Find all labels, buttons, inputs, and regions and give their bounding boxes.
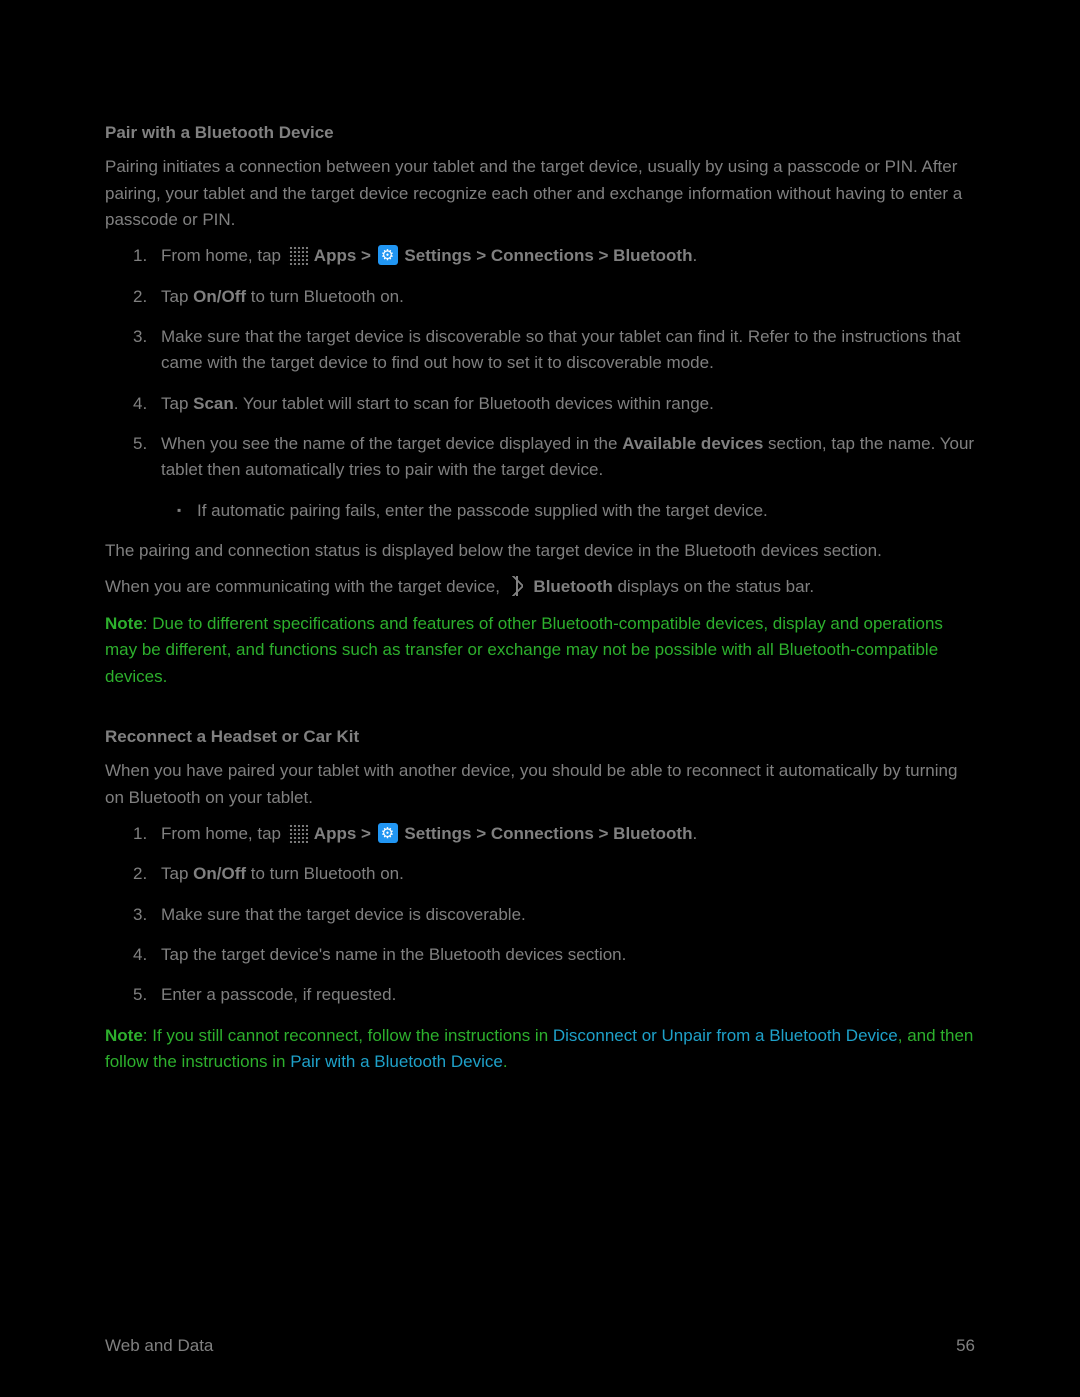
settings-icon bbox=[378, 823, 398, 843]
text: When you see the name of the target devi… bbox=[161, 434, 622, 453]
bluetooth-icon bbox=[507, 576, 527, 596]
text: displays on the status bar. bbox=[613, 577, 814, 596]
note-paragraph: Note: Due to different specifications an… bbox=[105, 611, 975, 690]
note-paragraph-2: Note: If you still cannot reconnect, fol… bbox=[105, 1023, 975, 1076]
page-footer: Web and Data 56 bbox=[105, 1333, 975, 1359]
nav-path: Settings > Connections > Bluetooth bbox=[400, 824, 693, 843]
text: . bbox=[692, 824, 697, 843]
text: From home, tap bbox=[161, 246, 286, 265]
text: : If you still cannot reconnect, follow … bbox=[143, 1026, 553, 1045]
text: Make sure that the target device is disc… bbox=[161, 327, 960, 372]
text: When you are communicating with the targ… bbox=[105, 577, 505, 596]
list-item: 3. Make sure that the target device is d… bbox=[161, 902, 975, 928]
list-item: If automatic pairing fails, enter the pa… bbox=[197, 498, 975, 524]
note-label: Note bbox=[105, 614, 143, 633]
text: Tap bbox=[161, 864, 193, 883]
footer-section-title: Web and Data bbox=[105, 1333, 213, 1359]
list-item: 5. Enter a passcode, if requested. bbox=[161, 982, 975, 1008]
communicating-paragraph: When you are communicating with the targ… bbox=[105, 574, 975, 600]
intro-paragraph: Pairing initiates a connection between y… bbox=[105, 154, 975, 233]
text: Available devices bbox=[622, 434, 763, 453]
text: . bbox=[503, 1052, 508, 1071]
text: > bbox=[356, 824, 375, 843]
text: to turn Bluetooth on. bbox=[246, 864, 404, 883]
text: to turn Bluetooth on. bbox=[246, 287, 404, 306]
text: If automatic pairing fails, enter the pa… bbox=[197, 501, 768, 520]
link-pair[interactable]: Pair with a Bluetooth Device bbox=[290, 1052, 503, 1071]
apps-icon bbox=[288, 823, 308, 843]
text: Bluetooth bbox=[529, 577, 613, 596]
sub-list: If automatic pairing fails, enter the pa… bbox=[161, 498, 975, 524]
nav-path: Settings > Connections > Bluetooth bbox=[400, 246, 693, 265]
status-paragraph: The pairing and connection status is dis… bbox=[105, 538, 975, 564]
text: Tap bbox=[161, 394, 193, 413]
text: On/Off bbox=[193, 864, 246, 883]
list-item: 4. Tap Scan. Your tablet will start to s… bbox=[161, 391, 975, 417]
list-item: 2. Tap On/Off to turn Bluetooth on. bbox=[161, 861, 975, 887]
list-item: 2. Tap On/Off to turn Bluetooth on. bbox=[161, 284, 975, 310]
section-heading-reconnect: Reconnect a Headset or Car Kit bbox=[105, 724, 975, 750]
list-item: 4. Tap the target device's name in the B… bbox=[161, 942, 975, 968]
page-number: 56 bbox=[956, 1333, 975, 1359]
text: > bbox=[356, 246, 375, 265]
steps-list-2: 1. From home, tap Apps > Settings > Conn… bbox=[105, 821, 975, 1009]
text: Enter a passcode, if requested. bbox=[161, 985, 396, 1004]
apps-label: Apps bbox=[310, 246, 357, 265]
list-item: 1. From home, tap Apps > Settings > Conn… bbox=[161, 821, 975, 847]
steps-list-1: 1. From home, tap Apps > Settings > Conn… bbox=[105, 243, 975, 524]
text: Scan bbox=[193, 394, 234, 413]
intro-paragraph-2: When you have paired your tablet with an… bbox=[105, 758, 975, 811]
note-body: : Due to different specifications and fe… bbox=[105, 614, 943, 686]
list-item: 5. When you see the name of the target d… bbox=[161, 431, 975, 524]
text: Make sure that the target device is disc… bbox=[161, 905, 526, 924]
apps-label: Apps bbox=[310, 824, 357, 843]
list-item: 3. Make sure that the target device is d… bbox=[161, 324, 975, 377]
section-heading-pair: Pair with a Bluetooth Device bbox=[105, 120, 975, 146]
text: . Your tablet will start to scan for Blu… bbox=[234, 394, 714, 413]
link-disconnect[interactable]: Disconnect or Unpair from a Bluetooth De… bbox=[553, 1026, 898, 1045]
apps-icon bbox=[288, 245, 308, 265]
text: Tap the target device's name in the Blue… bbox=[161, 945, 626, 964]
settings-icon bbox=[378, 245, 398, 265]
text: On/Off bbox=[193, 287, 246, 306]
text: Tap bbox=[161, 287, 193, 306]
text: . bbox=[692, 246, 697, 265]
text: From home, tap bbox=[161, 824, 286, 843]
note-label: Note bbox=[105, 1026, 143, 1045]
list-item: 1. From home, tap Apps > Settings > Conn… bbox=[161, 243, 975, 269]
page-content: Pair with a Bluetooth Device Pairing ini… bbox=[0, 0, 1080, 1075]
